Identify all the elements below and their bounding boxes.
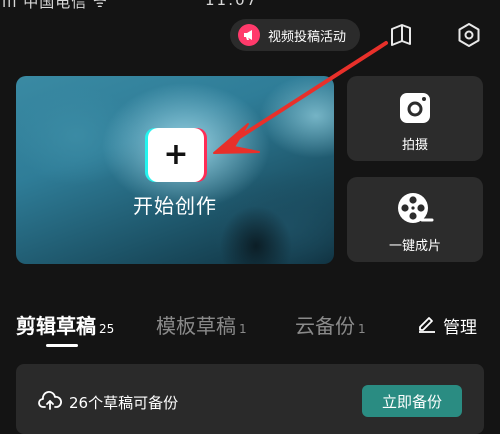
- tab-cloud-backup[interactable]: 云备份 1: [295, 310, 366, 339]
- megaphone-icon: [238, 24, 260, 46]
- manage-button[interactable]: 管理: [417, 313, 477, 338]
- cloud-upload-icon: [38, 391, 62, 415]
- backup-now-button[interactable]: 立即备份: [362, 385, 462, 417]
- shoot-label: 拍摄: [401, 138, 428, 153]
- backup-banner: 26个草稿可备份 立即备份: [16, 364, 484, 434]
- promo-label: 视频投稿活动: [268, 29, 347, 45]
- one-click-video-label: 一键成片: [388, 239, 441, 254]
- carrier-text: ııı 中国电信 ᯤ: [2, 0, 108, 11]
- promo-activity-button[interactable]: 视频投稿活动: [230, 19, 360, 51]
- camera-icon: [399, 92, 431, 128]
- settings-icon[interactable]: [454, 20, 484, 50]
- edit-pencil-icon: [417, 313, 437, 338]
- tab-edit-drafts[interactable]: 剪辑草稿 25: [16, 310, 114, 339]
- tab-count: 1: [239, 322, 247, 336]
- backup-message: 26个草稿可备份: [69, 394, 179, 412]
- start-creating-label: 开始创作: [133, 194, 217, 218]
- film-reel-icon: [396, 191, 434, 229]
- new-project-button[interactable]: +: [148, 128, 204, 182]
- plus-icon: +: [163, 137, 189, 172]
- active-tab-indicator: [46, 344, 78, 347]
- one-click-video-card[interactable]: 一键成片: [347, 177, 483, 262]
- shoot-card[interactable]: 拍摄: [347, 76, 483, 161]
- clock-text: 11:07: [205, 0, 259, 9]
- tab-template-drafts[interactable]: 模板草稿 1: [156, 310, 247, 339]
- book-icon[interactable]: [386, 20, 416, 50]
- tab-label: 云备份: [295, 314, 355, 338]
- manage-label: 管理: [443, 318, 477, 338]
- tab-count: 1: [358, 322, 366, 336]
- status-bar: ııı 中国电信 ᯤ 11:07: [0, 0, 500, 11]
- tab-count: 25: [99, 322, 115, 336]
- tab-label: 剪辑草稿: [16, 314, 96, 338]
- tab-label: 模板草稿: [156, 314, 236, 338]
